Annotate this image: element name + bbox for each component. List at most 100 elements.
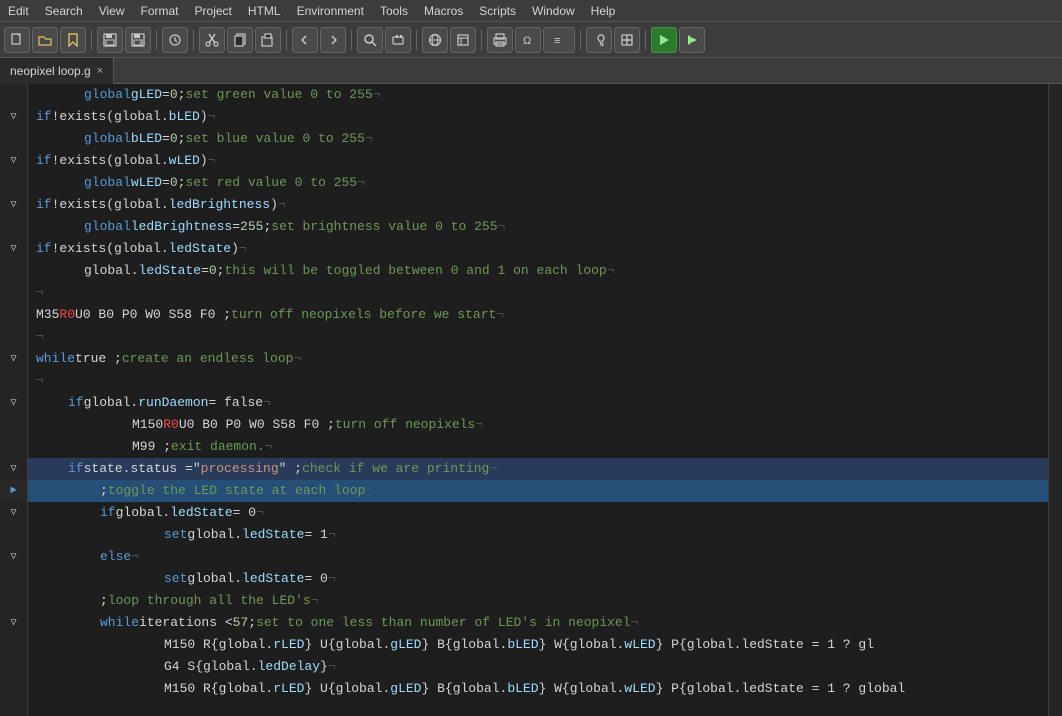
code-line: if !exists(global. ledState ) ¬ bbox=[28, 238, 1048, 260]
toolbar: + Ω ≡ bbox=[0, 22, 1062, 58]
copy-button[interactable] bbox=[227, 27, 253, 53]
bookmark-button[interactable] bbox=[60, 27, 86, 53]
puzzle-button[interactable] bbox=[614, 27, 640, 53]
gutter-line bbox=[0, 282, 27, 304]
menu-html[interactable]: HTML bbox=[240, 2, 289, 20]
print-button[interactable] bbox=[487, 27, 513, 53]
toolbar-separator-8 bbox=[580, 30, 581, 50]
code-line: if !exists(global. ledBrightness ) ¬ bbox=[28, 194, 1048, 216]
gutter-fold[interactable]: ▽ bbox=[0, 612, 27, 634]
code-line: ¬ bbox=[28, 326, 1048, 348]
code-lines[interactable]: global gLED = 0 ; set green value 0 to 2… bbox=[28, 84, 1048, 716]
right-scrollbar[interactable] bbox=[1048, 84, 1062, 716]
menu-bar: Edit Search View Format Project HTML Env… bbox=[0, 0, 1062, 22]
toolbar-separator-2 bbox=[156, 30, 157, 50]
menu-scripts[interactable]: Scripts bbox=[471, 2, 524, 20]
gutter-line bbox=[0, 678, 27, 700]
menu-environment[interactable]: Environment bbox=[289, 2, 372, 20]
gutter-line bbox=[0, 216, 27, 238]
gutter-line bbox=[0, 326, 27, 348]
menu-tools[interactable]: Tools bbox=[372, 2, 416, 20]
code-line-selected: ; toggle the LED state at each loop ¬ bbox=[28, 480, 1048, 502]
code-line: while iterations < 57 ; set to one less … bbox=[28, 612, 1048, 634]
code-line-highlight: if state.status =" processing " ; check … bbox=[28, 458, 1048, 480]
code-line: if global. ledState = 0 ¬ bbox=[28, 502, 1048, 524]
code-line: ¬ bbox=[28, 370, 1048, 392]
search-button[interactable] bbox=[357, 27, 383, 53]
run-more-button[interactable] bbox=[679, 27, 705, 53]
gutter-fold[interactable]: ▽ bbox=[0, 106, 27, 128]
browse2-button[interactable] bbox=[450, 27, 476, 53]
file-tab[interactable]: neopixel loop.g × bbox=[0, 58, 114, 84]
code-line: set global. ledState = 1 ¬ bbox=[28, 524, 1048, 546]
gutter-line bbox=[0, 128, 27, 150]
svg-text:≡: ≡ bbox=[554, 35, 560, 47]
menu-help[interactable]: Help bbox=[583, 2, 624, 20]
menu-search[interactable]: Search bbox=[37, 2, 91, 20]
gutter-fold[interactable]: ▽ bbox=[0, 194, 27, 216]
code-line: ; loop through all the LED's ¬ bbox=[28, 590, 1048, 612]
menu-project[interactable]: Project bbox=[187, 2, 240, 20]
tools-button[interactable] bbox=[586, 27, 612, 53]
omega-button[interactable]: ≡ bbox=[543, 27, 575, 53]
run-button[interactable] bbox=[651, 27, 677, 53]
print2-button[interactable]: Ω bbox=[515, 27, 541, 53]
gutter-fold[interactable]: ▽ bbox=[0, 502, 27, 524]
gutter-fold[interactable]: ▽ bbox=[0, 546, 27, 568]
svg-text:Ω: Ω bbox=[523, 35, 531, 47]
gutter: ▽ ▽ ▽ ▽ ▽ ▽ ▽ ► ▽ ▽ ▽ bbox=[0, 84, 28, 716]
code-line: global gLED = 0 ; set green value 0 to 2… bbox=[28, 84, 1048, 106]
code-line: if global. runDaemon = false ¬ bbox=[28, 392, 1048, 414]
cut-button[interactable] bbox=[199, 27, 225, 53]
toolbar-separator-1 bbox=[91, 30, 92, 50]
tab-bar: neopixel loop.g × bbox=[0, 58, 1062, 84]
gutter-line bbox=[0, 436, 27, 458]
menu-format[interactable]: Format bbox=[133, 2, 187, 20]
gutter-fold[interactable]: ▽ bbox=[0, 348, 27, 370]
code-line: M150 R{global. rLED } U{global. gLED } B… bbox=[28, 634, 1048, 656]
plugin-button[interactable] bbox=[385, 27, 411, 53]
code-line: M99 ; exit daemon. ¬ bbox=[28, 436, 1048, 458]
code-line: ¬ bbox=[28, 282, 1048, 304]
code-line: M150 R0 U0 B0 P0 W0 S58 F0 ; turn off ne… bbox=[28, 414, 1048, 436]
code-line: global wLED = 0 ; set red value 0 to 255… bbox=[28, 172, 1048, 194]
save-button[interactable] bbox=[97, 27, 123, 53]
gutter-fold[interactable]: ▽ bbox=[0, 238, 27, 260]
undo-history-button[interactable] bbox=[162, 27, 188, 53]
toolbar-separator-5 bbox=[351, 30, 352, 50]
gutter-line bbox=[0, 84, 27, 106]
browser-button[interactable] bbox=[422, 27, 448, 53]
code-line: M150 R{global. rLED } U{global. gLED } B… bbox=[28, 678, 1048, 700]
code-line: global. ledState = 0 ; this will be togg… bbox=[28, 260, 1048, 282]
gutter-fold[interactable]: ▽ bbox=[0, 392, 27, 414]
gutter-line bbox=[0, 656, 27, 678]
saveas-button[interactable]: + bbox=[125, 27, 151, 53]
gutter-fold[interactable]: ▽ bbox=[0, 458, 27, 480]
code-line: M35 R0 U0 B0 P0 W0 S58 F0 ; turn off neo… bbox=[28, 304, 1048, 326]
tab-close-button[interactable]: × bbox=[97, 65, 103, 77]
forward-button[interactable] bbox=[320, 27, 346, 53]
gutter-line-active: ► bbox=[0, 480, 27, 502]
menu-edit[interactable]: Edit bbox=[0, 2, 37, 20]
back-button[interactable] bbox=[292, 27, 318, 53]
svg-text:+: + bbox=[139, 40, 143, 47]
toolbar-separator-9 bbox=[645, 30, 646, 50]
menu-macros[interactable]: Macros bbox=[416, 2, 471, 20]
gutter-line bbox=[0, 172, 27, 194]
gutter-line bbox=[0, 304, 27, 326]
gutter-line bbox=[0, 524, 27, 546]
paste-button[interactable] bbox=[255, 27, 281, 53]
open-button[interactable] bbox=[32, 27, 58, 53]
menu-window[interactable]: Window bbox=[524, 2, 583, 20]
toolbar-separator-7 bbox=[481, 30, 482, 50]
code-line-while-true: while true ; create an endless loop ¬ bbox=[28, 348, 1048, 370]
gutter-line bbox=[0, 370, 27, 392]
gutter-line bbox=[0, 590, 27, 612]
code-line: global ledBrightness = 255 ; set brightn… bbox=[28, 216, 1048, 238]
new-button[interactable] bbox=[4, 27, 30, 53]
toolbar-separator-4 bbox=[286, 30, 287, 50]
gutter-line bbox=[0, 568, 27, 590]
menu-view[interactable]: View bbox=[91, 2, 133, 20]
code-line: set global. ledState = 0 ¬ bbox=[28, 568, 1048, 590]
gutter-fold[interactable]: ▽ bbox=[0, 150, 27, 172]
